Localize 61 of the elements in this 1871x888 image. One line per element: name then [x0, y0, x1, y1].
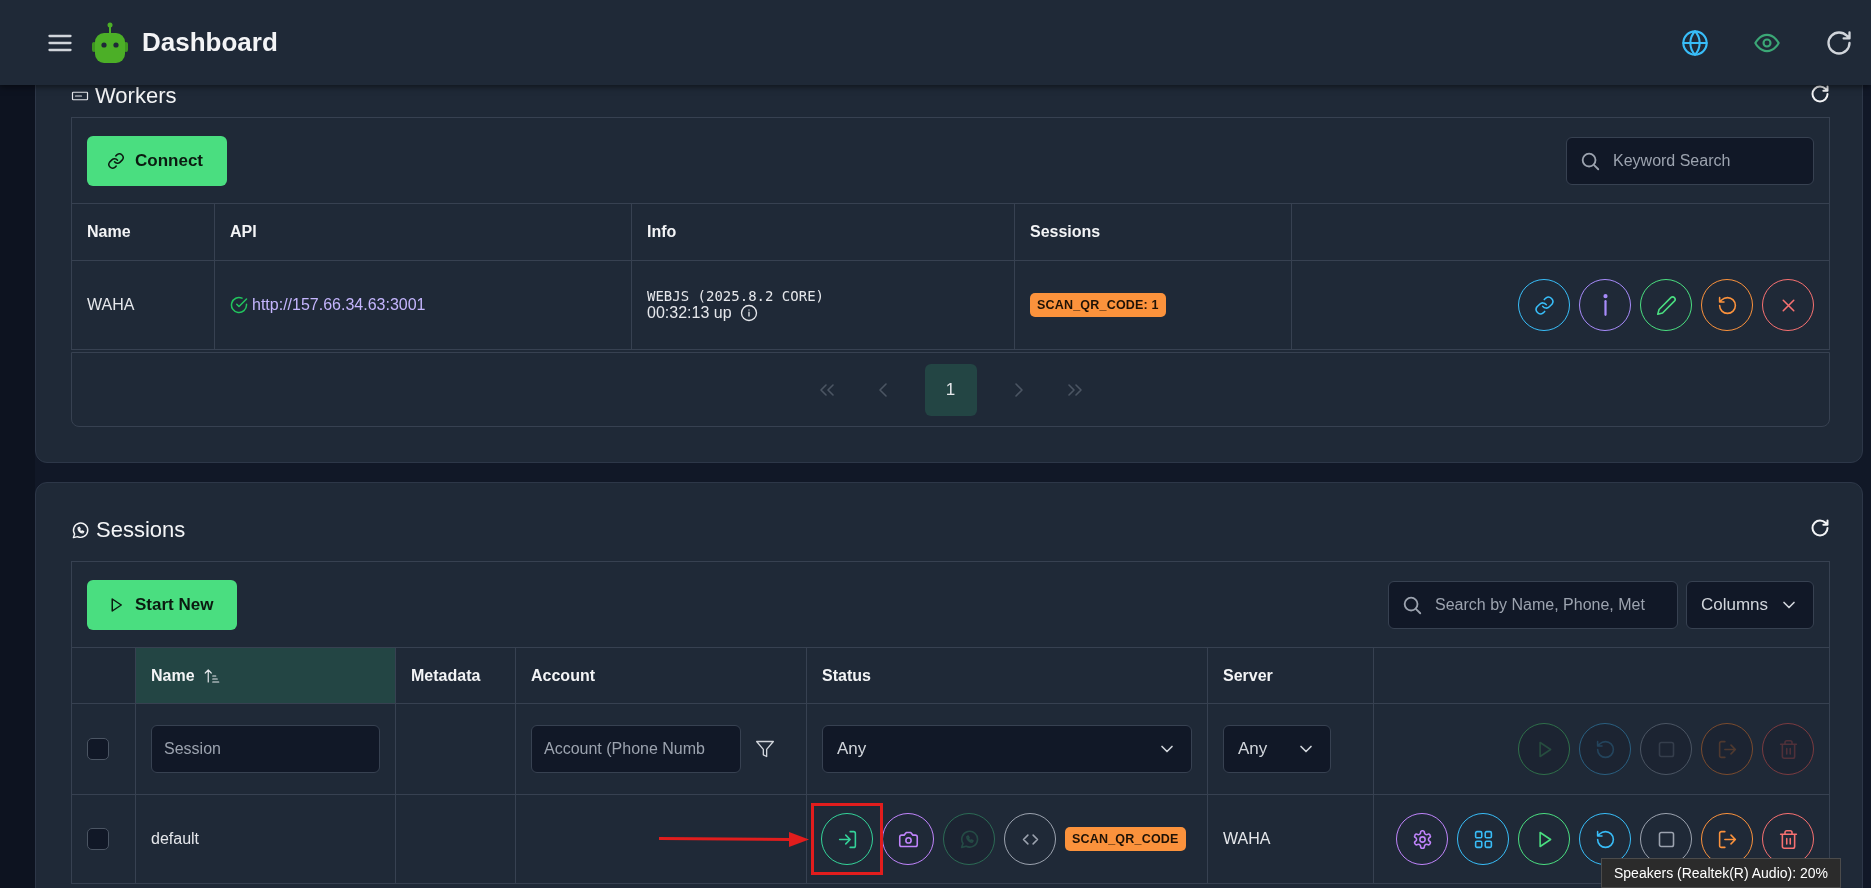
login-icon: [836, 828, 858, 850]
column-header: Sessions: [1030, 223, 1101, 241]
app-title: Dashboard: [142, 27, 278, 58]
column-header: Info: [647, 223, 677, 241]
rotate-left-icon: [1594, 828, 1616, 850]
info-icon: [1602, 294, 1608, 316]
link-icon: [1533, 294, 1555, 316]
rotate-left-icon: [1594, 738, 1616, 760]
info-icon: [739, 304, 758, 322]
settings-icon: [1411, 828, 1433, 850]
refresh-icon: [1810, 518, 1830, 538]
globe-icon: [1681, 28, 1709, 57]
input-field[interactable]: Account (Phone Numb: [531, 725, 741, 773]
last-page-icon: [1067, 383, 1082, 396]
pencil-icon: [1655, 294, 1677, 316]
trash-icon: [1777, 828, 1799, 850]
rotate-left-icon: [1716, 294, 1738, 316]
input-field[interactable]: Session: [151, 725, 380, 773]
grid-icon: [1472, 828, 1494, 850]
refresh-icon: [1810, 84, 1830, 104]
page-button[interactable]: 1: [924, 363, 977, 416]
column-header: Name: [87, 223, 131, 241]
server-select[interactable]: Any: [1223, 725, 1331, 773]
uptime: 00:32:13 up: [647, 304, 732, 322]
chat-bubble-icon: [958, 828, 980, 850]
robot-logo: [92, 21, 128, 64]
engine-version: WEBJS (2025.8.2 CORE): [647, 288, 824, 304]
filter-icon: [755, 739, 775, 759]
tooltip: Speakers (Realtek(R) Audio): 20%: [1601, 858, 1841, 888]
column-header[interactable]: Metadata: [411, 666, 481, 685]
trash-icon: [1777, 738, 1799, 760]
link-icon: [107, 151, 125, 170]
previous-page-icon: [878, 382, 887, 397]
refresh-icon: [1825, 28, 1853, 57]
card-title: Sessions: [96, 517, 186, 543]
status-badge: SCAN_QR_CODE: 1: [1030, 293, 1166, 317]
column-header[interactable]: Status: [822, 666, 871, 685]
sort-ascending-icon: [202, 666, 221, 685]
search-field[interactable]: Search by Name, Phone, Met: [1388, 580, 1678, 629]
connect-button[interactable]: Connect: [87, 135, 227, 186]
status-select[interactable]: Any: [822, 725, 1192, 773]
checkbox[interactable]: [87, 828, 109, 850]
chat-bubble-icon: [71, 520, 90, 540]
logout-icon: [1716, 738, 1738, 760]
checkbox[interactable]: [87, 738, 109, 760]
logout-icon: [1716, 828, 1738, 850]
start-new-button[interactable]: Start New: [87, 579, 238, 630]
card-title: Workers: [95, 83, 177, 109]
status-badge: SCAN_QR_CODE: [1065, 827, 1186, 851]
column-header: API: [230, 223, 257, 241]
server-name: WAHA: [1223, 830, 1271, 848]
session-name: default: [151, 830, 200, 848]
search-field[interactable]: Keyword Search: [1566, 136, 1814, 185]
first-page-icon: [819, 383, 834, 396]
column-header[interactable]: Name: [151, 666, 195, 685]
column-header[interactable]: Account: [531, 666, 595, 685]
column-header[interactable]: Server: [1223, 666, 1273, 685]
api-link[interactable]: http://157.66.34.63:3001: [252, 296, 426, 314]
columns-dropdown[interactable]: Columns: [1686, 580, 1814, 629]
next-page-icon: [1014, 382, 1023, 397]
worker-name: WAHA: [87, 296, 135, 314]
